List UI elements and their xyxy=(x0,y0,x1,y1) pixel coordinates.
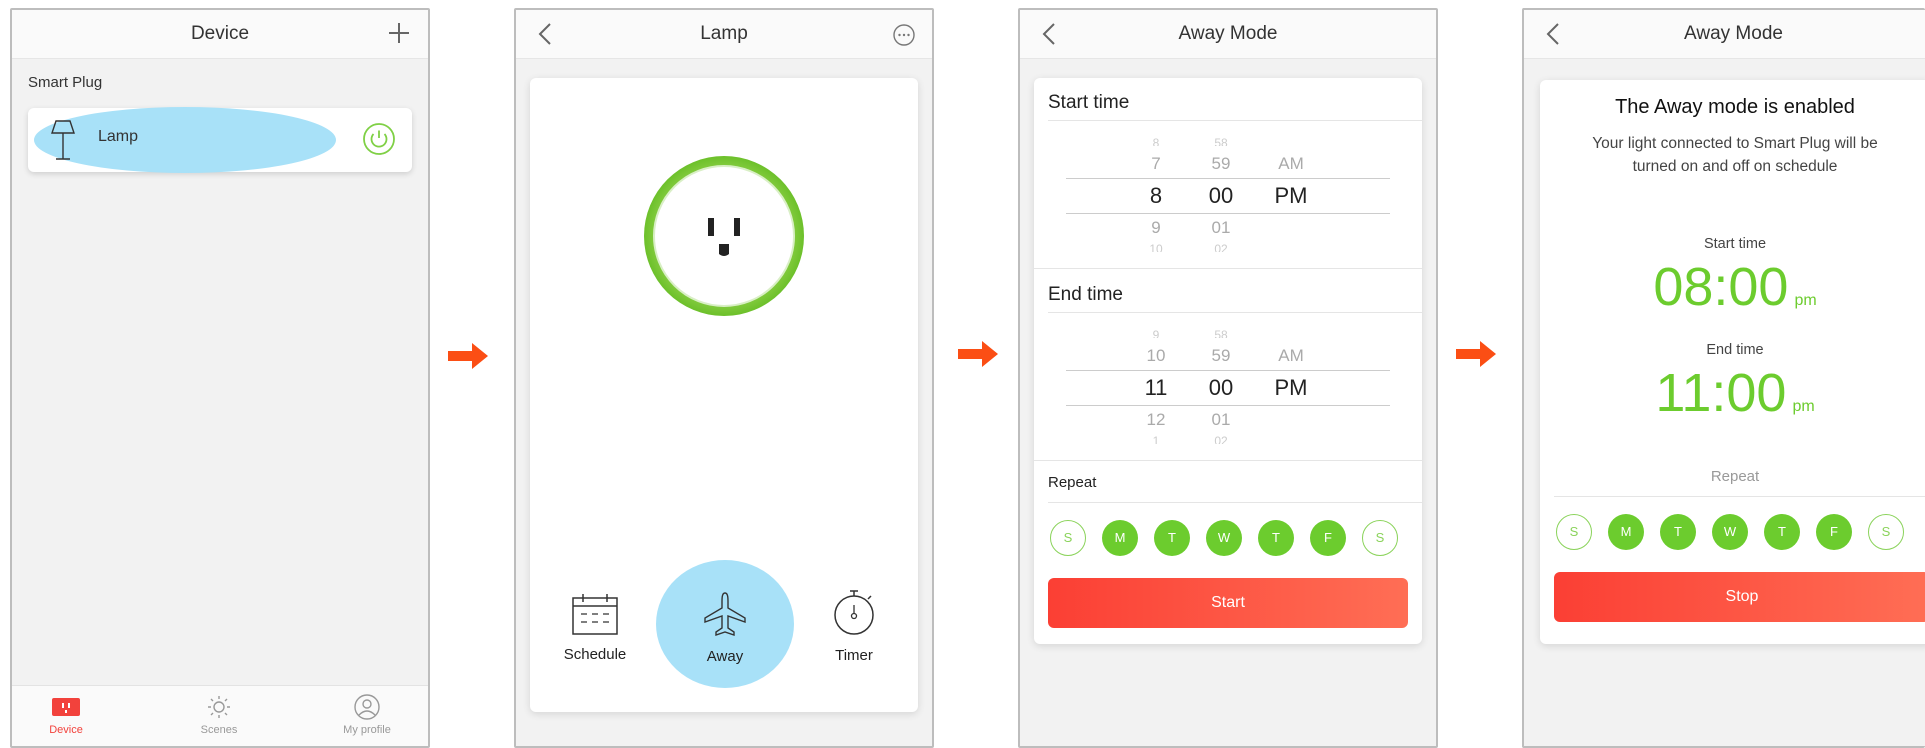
device-name: Lamp xyxy=(98,128,139,145)
status-heading: The Away mode is enabled xyxy=(1615,96,1855,118)
tab-label: Device xyxy=(49,724,83,736)
tab-scenes[interactable]: Scenes xyxy=(169,694,269,736)
repeat-days: S M T W T F S xyxy=(1046,520,1410,560)
plus-icon[interactable] xyxy=(384,18,414,48)
time-unit: pm xyxy=(1792,398,1815,415)
stop-button[interactable]: Stop xyxy=(1554,572,1925,622)
section-label: Smart Plug xyxy=(28,74,103,91)
tab-label: Scenes xyxy=(200,724,238,736)
mode-away[interactable]: Away xyxy=(665,590,785,665)
start-time-label: Start time xyxy=(1048,92,1130,113)
divider xyxy=(1034,268,1422,269)
time-display: 08:00 xyxy=(1653,257,1789,317)
start-time-picker[interactable]: 8 58 7 59 AM 8 00 PM 9 01 10 02 xyxy=(1066,136,1390,252)
repeat-label: Repeat xyxy=(1710,468,1760,485)
picker-selected-row: 11 00 PM xyxy=(1066,370,1390,406)
sun-icon xyxy=(208,696,230,718)
calendar-icon xyxy=(572,594,618,635)
day-toggle-sat[interactable]: S xyxy=(1362,520,1398,556)
end-time-picker[interactable]: 9 58 10 59 AM 11 00 PM 12 01 1 02 xyxy=(1066,328,1390,444)
day-toggle-thu[interactable]: T xyxy=(1258,520,1294,556)
divider xyxy=(1048,120,1422,121)
end-time-label: End time xyxy=(1048,284,1123,305)
screen-device-list: Device Smart Plug Lamp Device Scenes My … xyxy=(10,8,430,748)
repeat-days: S M T W T F S xyxy=(1556,514,1918,554)
day-toggle-mon[interactable]: M xyxy=(1102,520,1138,556)
day-toggle-tue[interactable]: T xyxy=(1154,520,1190,556)
page-title: Lamp xyxy=(700,23,748,44)
header: Lamp xyxy=(516,10,932,59)
page-title: Away Mode xyxy=(1178,23,1278,44)
away-status-card: The Away mode is enabled Your light conn… xyxy=(1540,80,1925,644)
picker-row: 1 02 xyxy=(1152,434,1228,444)
device-card-lamp[interactable]: Lamp xyxy=(28,107,412,173)
day-toggle-fri[interactable]: F xyxy=(1310,520,1346,556)
picker-selected-row: 8 00 PM xyxy=(1066,178,1390,214)
back-arrow-icon[interactable] xyxy=(1034,10,1062,58)
day-indicator-sun: S xyxy=(1556,514,1592,550)
page-title: Device xyxy=(190,23,250,44)
arrow-right-icon xyxy=(958,341,998,367)
picker-row: 10 02 xyxy=(1149,242,1228,252)
end-time-label: End time xyxy=(1706,342,1764,358)
mode-label: Schedule xyxy=(563,646,627,663)
picker-row: 10 59 AM xyxy=(1146,346,1304,365)
back-arrow-icon[interactable] xyxy=(530,10,558,58)
screen-lamp: Lamp Schedule Away Timer xyxy=(514,8,934,748)
divider xyxy=(1554,496,1925,497)
header: Away Mode xyxy=(1020,10,1436,59)
start-time-value: 08:00 pm xyxy=(1540,256,1925,318)
day-indicator-tue: T xyxy=(1660,514,1696,550)
divider xyxy=(1034,460,1422,461)
start-button[interactable]: Start xyxy=(1048,578,1408,628)
day-indicator-sat: S xyxy=(1868,514,1904,550)
arrow-right-icon xyxy=(1456,341,1496,367)
tab-label: My profile xyxy=(343,724,391,736)
day-indicator-fri: F xyxy=(1816,514,1852,550)
day-toggle-sun[interactable]: S xyxy=(1050,520,1086,556)
away-settings-card: Start time 8 58 7 59 AM 8 00 PM 9 01 10 02 End … xyxy=(1034,78,1422,644)
divider xyxy=(1048,312,1422,313)
tap-highlight xyxy=(34,107,336,173)
divider xyxy=(1048,502,1422,503)
mode-timer[interactable]: Timer xyxy=(794,587,914,664)
airplane-icon xyxy=(704,592,746,636)
start-time-label: Start time xyxy=(1703,236,1767,252)
profile-icon xyxy=(354,694,380,720)
plug-icon xyxy=(52,698,80,716)
arrow-right-icon xyxy=(448,343,488,369)
tab-bar: Device Scenes My profile xyxy=(12,685,428,746)
picker-row: 9 01 xyxy=(1151,218,1231,237)
tab-my-profile[interactable]: My profile xyxy=(317,694,417,736)
picker-row: 7 59 AM xyxy=(1151,154,1304,173)
status-description: Your light connected to Smart Plug will … xyxy=(1592,135,1878,175)
repeat-label: Repeat xyxy=(1048,474,1097,491)
smart-plug-outlet-icon[interactable] xyxy=(642,154,806,318)
back-arrow-icon[interactable] xyxy=(1538,10,1566,58)
lamp-control-card: Schedule Away Timer xyxy=(530,78,918,712)
header: Device xyxy=(12,10,428,59)
lamp-icon xyxy=(51,120,75,160)
header: Away Mode xyxy=(1524,10,1925,59)
time-display: 11:00 xyxy=(1655,363,1787,423)
screen-away-mode-setup: Away Mode Start time 8 58 7 59 AM 8 00 PM 9 01… xyxy=(1018,8,1438,748)
day-indicator-wed: W xyxy=(1712,514,1748,550)
picker-row: 9 58 xyxy=(1152,328,1228,338)
stopwatch-icon xyxy=(834,590,874,635)
mode-schedule[interactable]: Schedule xyxy=(535,592,655,663)
end-time-value: 11:00 pm xyxy=(1540,362,1925,424)
screen-away-mode-enabled: Away Mode The Away mode is enabled Your … xyxy=(1522,8,1925,748)
picker-row: 8 58 xyxy=(1152,136,1228,146)
mode-label: Away xyxy=(706,648,744,665)
day-indicator-thu: T xyxy=(1764,514,1800,550)
day-toggle-wed[interactable]: W xyxy=(1206,520,1242,556)
page-title: Away Mode xyxy=(1684,23,1783,44)
tab-device[interactable]: Device xyxy=(16,694,116,736)
more-options-icon[interactable] xyxy=(892,23,916,47)
power-toggle-icon[interactable] xyxy=(362,122,396,156)
picker-row: 12 01 xyxy=(1146,410,1231,429)
mode-label: Timer xyxy=(835,647,873,664)
day-indicator-mon: M xyxy=(1608,514,1644,550)
time-unit: pm xyxy=(1794,292,1817,309)
